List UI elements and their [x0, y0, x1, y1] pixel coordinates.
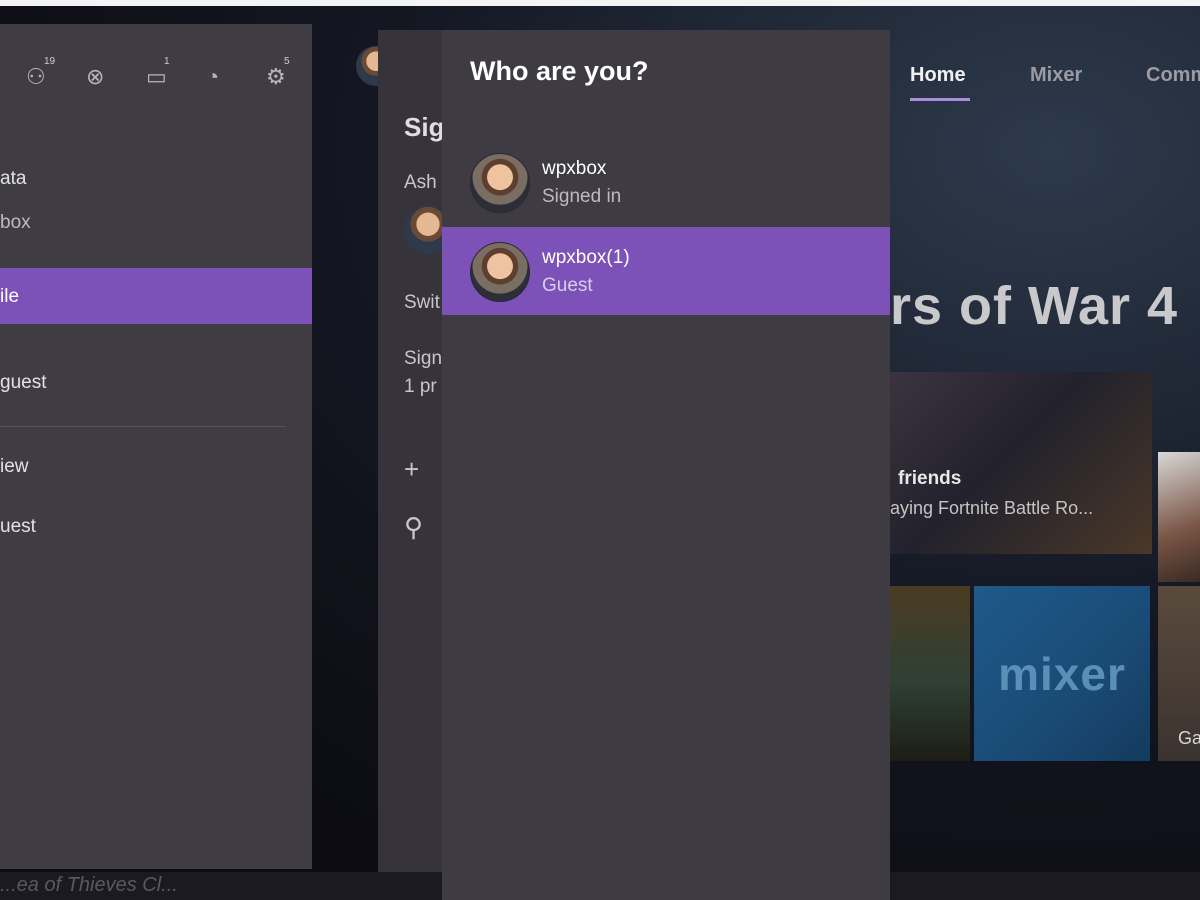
profile-panel-title: Sig [404, 112, 445, 142]
guide-item-selected[interactable] [0, 268, 312, 324]
tab-community[interactable]: Comm [1146, 64, 1200, 87]
switch-profile-item[interactable]: Swit [404, 292, 440, 314]
sign-out-item[interactable]: Sign [404, 348, 442, 370]
settings-icon-glyph: ⚙ [266, 64, 286, 89]
friends-tile[interactable] [890, 372, 1152, 554]
settings-icon[interactable]: ⚙ 5 [266, 56, 290, 90]
friends-icon-glyph: ⚇ [26, 64, 46, 89]
game-tile[interactable] [890, 586, 970, 761]
account-name: wpxbox [542, 158, 607, 179]
broadcast-icon-glyph: ◔ [206, 64, 220, 89]
guide-item-add-guest[interactable]: uest [0, 516, 36, 538]
profile-name: Ash [404, 172, 437, 193]
avatar [470, 153, 530, 213]
account-item-wpxbox-guest[interactable]: wpxbox(1) Guest [442, 227, 890, 315]
tab-home-underline [910, 98, 970, 101]
account-item-wpxbox[interactable]: wpxbox Signed in [442, 138, 890, 226]
guide-item-1[interactable]: ata [0, 168, 26, 190]
guide-item-2: box [0, 212, 31, 233]
friends-icon[interactable]: ⚇ 19 [26, 56, 55, 90]
settings-badge: 5 [284, 56, 290, 67]
tab-home[interactable]: Home [910, 64, 966, 87]
add-icon[interactable]: + [404, 454, 419, 485]
game-tile-right-top[interactable] [1158, 452, 1200, 582]
guide-item-view[interactable]: iew [0, 456, 29, 478]
broadcast-icon[interactable]: ◔ [206, 64, 219, 90]
account-status: Signed in [542, 186, 622, 207]
guide-item-selected-label: ile [0, 286, 20, 307]
tab-mixer[interactable]: Mixer [1030, 64, 1082, 87]
bottom-row-text: ...ea of Thieves Cl... [0, 874, 178, 896]
friends-badge: 19 [44, 56, 56, 67]
person-icon[interactable]: ⚲ [404, 512, 423, 543]
account-name: wpxbox(1) [542, 247, 630, 268]
sign-out-subtext: 1 pr [404, 376, 437, 397]
who-are-you-panel: Who are you? wpxbox Signed in wpxbox(1) … [442, 30, 890, 900]
guide-panel: ⚇ 19 ⊗ ▭ 1 ◔ ⚙ 5 ata box ile guest iew uest [0, 24, 312, 869]
xbox-icon[interactable]: ⊗ [86, 64, 104, 90]
mixer-logo: mixer [998, 647, 1126, 700]
game-tile-label: Ga [1178, 728, 1200, 748]
guide-item-guest[interactable]: guest [0, 372, 46, 394]
messages-icon-glyph: ▭ [146, 64, 167, 89]
friends-tile-subtitle: laying Fortnite Battle Ro... [886, 498, 1094, 518]
profile-panel: Sig Ash Swit Sign 1 pr + ⚲ [378, 30, 452, 872]
mixer-tile[interactable]: mixer [974, 586, 1150, 761]
messages-icon[interactable]: ▭ 1 [146, 56, 170, 90]
window-top-edge [0, 0, 1200, 6]
hero-title[interactable]: rs of War 4 [890, 275, 1178, 337]
friends-tile-title: friends [898, 468, 962, 489]
messages-badge: 1 [164, 56, 170, 67]
xbox-icon-glyph: ⊗ [86, 64, 105, 89]
avatar [470, 242, 530, 302]
guide-divider [0, 426, 286, 427]
account-status: Guest [542, 275, 593, 296]
who-are-you-title: Who are you? [470, 56, 649, 86]
